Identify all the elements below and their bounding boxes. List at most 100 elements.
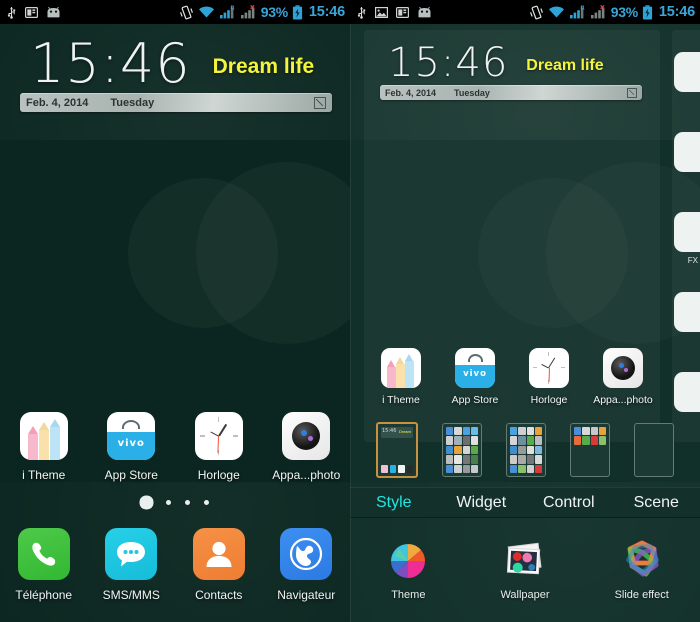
tool-wallpaper[interactable]: Wallpaper [467, 538, 584, 601]
edit-pen-icon[interactable] [314, 96, 326, 109]
edge-app-icon-4[interactable] [674, 292, 700, 332]
wifi-icon [198, 6, 214, 18]
page-thumbnail-4[interactable] [570, 423, 610, 477]
app-label: i Theme [22, 468, 66, 482]
date-bar[interactable]: Feb. 4, 2014 Tuesday [20, 93, 332, 113]
status-bar-clock: 15:46 [308, 4, 345, 20]
panel-divider [350, 24, 351, 622]
edit-pen-icon[interactable] [627, 87, 637, 98]
photo-stack-icon [506, 542, 542, 575]
left-home-screen-panel: R 93% 15:46 15:46 Dream life Feb. 4, 201… [0, 0, 350, 622]
dock-item-sms[interactable]: SMS/MMS [88, 528, 176, 602]
app-item-i-theme[interactable]: i Theme [0, 412, 88, 482]
clock-widget-left[interactable]: 15:46 Dream life Feb. 4, 2014 Tuesday [20, 32, 332, 113]
page-thumbnail-3[interactable] [506, 423, 546, 477]
app-item-horloge[interactable]: Horloge [175, 412, 263, 482]
dock-row-left: Téléphone SMS/MMS Contacts Navigateur [0, 528, 350, 602]
right-home-editor-panel: R 93% 15:46 15:46 Dream life Feb. 4, 201… [350, 0, 700, 622]
date-bar[interactable]: Feb. 4, 2014 Tuesday [380, 85, 642, 100]
edge-app-label-1 [696, 96, 698, 105]
sim-card-icon [396, 6, 409, 18]
tool-slide-effect[interactable]: Slide effect [583, 538, 700, 601]
app-item-horloge[interactable]: Horloge [512, 348, 586, 406]
app-label: Appa...photo [593, 394, 653, 406]
app-label: App Store [104, 468, 158, 482]
image-icon [375, 6, 388, 18]
page-dot-3[interactable] [185, 500, 190, 505]
dock-item-browser[interactable]: Navigateur [263, 528, 351, 602]
svg-text:R: R [230, 5, 235, 11]
camera-icon [603, 348, 643, 388]
android-icon [418, 6, 431, 17]
app-item-app-store[interactable]: vivo App Store [88, 412, 176, 482]
clock-tagline: Dream life [212, 55, 315, 79]
tab-control[interactable]: Control [525, 494, 613, 512]
signal-roaming-icon: R [569, 5, 585, 19]
app-row-right: i Theme vivo App Store Horloge Appa...ph… [364, 348, 660, 406]
clock-time: 15:46 [388, 40, 509, 86]
page-dot-4[interactable] [204, 500, 209, 505]
page-dot-2[interactable] [166, 500, 171, 505]
clock-time: 15:46 [30, 32, 191, 95]
dock-item-phone[interactable]: Téléphone [0, 528, 88, 602]
clock-icon [529, 348, 569, 388]
i-theme-icon [381, 348, 421, 388]
vivo-wordmark: vivo [117, 438, 145, 449]
battery-percent-label: 93% [610, 4, 638, 20]
clock-widget-right[interactable]: 15:46 Dream life Feb. 4, 2014 Tuesday [380, 40, 642, 100]
usb-icon [7, 6, 16, 19]
page-thumbnail-5-empty[interactable] [634, 423, 674, 477]
status-bar-right-icons: R 93% 15:46 [529, 4, 695, 20]
clock-tagline: Dream life [526, 57, 604, 74]
edge-app-label-3: FX [687, 256, 698, 265]
contacts-person-icon [192, 528, 245, 580]
page-indicator-dots[interactable] [0, 500, 350, 505]
tab-widget[interactable]: Widget [438, 494, 526, 512]
vibrate-icon [179, 5, 193, 19]
signal-roaming-icon: R [219, 5, 235, 19]
tab-style[interactable]: Style [350, 494, 438, 512]
color-fan-icon [391, 543, 426, 578]
editor-tool-row: Theme Wallpaper Slide effect [350, 538, 700, 601]
android-icon [47, 6, 60, 17]
page-thumbnail-2[interactable] [442, 423, 482, 477]
svg-text:R: R [580, 5, 585, 11]
app-item-app-store[interactable]: vivo App Store [438, 348, 512, 406]
pentagon-star-icon [625, 540, 659, 577]
vivo-wordmark: vivo [463, 369, 487, 379]
edge-app-icon-5[interactable] [674, 372, 700, 412]
status-bar-right-icons: R 93% 15:46 [179, 4, 345, 20]
phone-icon [17, 528, 70, 580]
tool-theme[interactable]: Theme [350, 538, 467, 601]
edge-app-icon-1[interactable] [674, 52, 700, 92]
tab-scene[interactable]: Scene [613, 494, 700, 512]
dock-label: Contacts [195, 588, 243, 602]
app-item-camera[interactable]: Appa...photo [586, 348, 660, 406]
tool-label: Theme [391, 589, 426, 601]
next-screen-edge-panel[interactable]: FX [672, 30, 700, 442]
app-item-i-theme[interactable]: i Theme [364, 348, 438, 406]
signal-no-service-icon [240, 5, 255, 19]
battery-charging-icon [292, 4, 303, 19]
clock-icon [194, 412, 243, 460]
dock-label: Téléphone [15, 588, 73, 602]
editor-tab-bar: Style Widget Control Scene [350, 487, 700, 518]
page-thumbnail-strip[interactable]: 15:46 Dream [350, 418, 700, 482]
vibrate-icon [529, 5, 543, 19]
dock-item-contacts[interactable]: Contacts [175, 528, 263, 602]
page-dot-1-current[interactable] [144, 500, 149, 505]
app-label: Horloge [197, 468, 240, 482]
tool-label: Wallpaper [500, 589, 550, 601]
signal-no-service-icon [590, 5, 605, 19]
app-label: Appa...photo [272, 468, 341, 482]
date-label: Feb. 4, 2014 [385, 87, 437, 98]
edge-app-icon-3[interactable] [674, 212, 700, 252]
message-bubble-icon [105, 528, 158, 580]
app-label: Horloge [530, 394, 568, 406]
vivo-app-store-icon: vivo [107, 412, 156, 460]
edge-app-icon-2[interactable] [674, 132, 700, 172]
app-item-camera[interactable]: Appa...photo [263, 412, 351, 482]
tool-label: Slide effect [614, 589, 669, 601]
page-thumbnail-1[interactable]: 15:46 Dream [376, 422, 418, 478]
dock-label: SMS/MMS [102, 588, 160, 602]
